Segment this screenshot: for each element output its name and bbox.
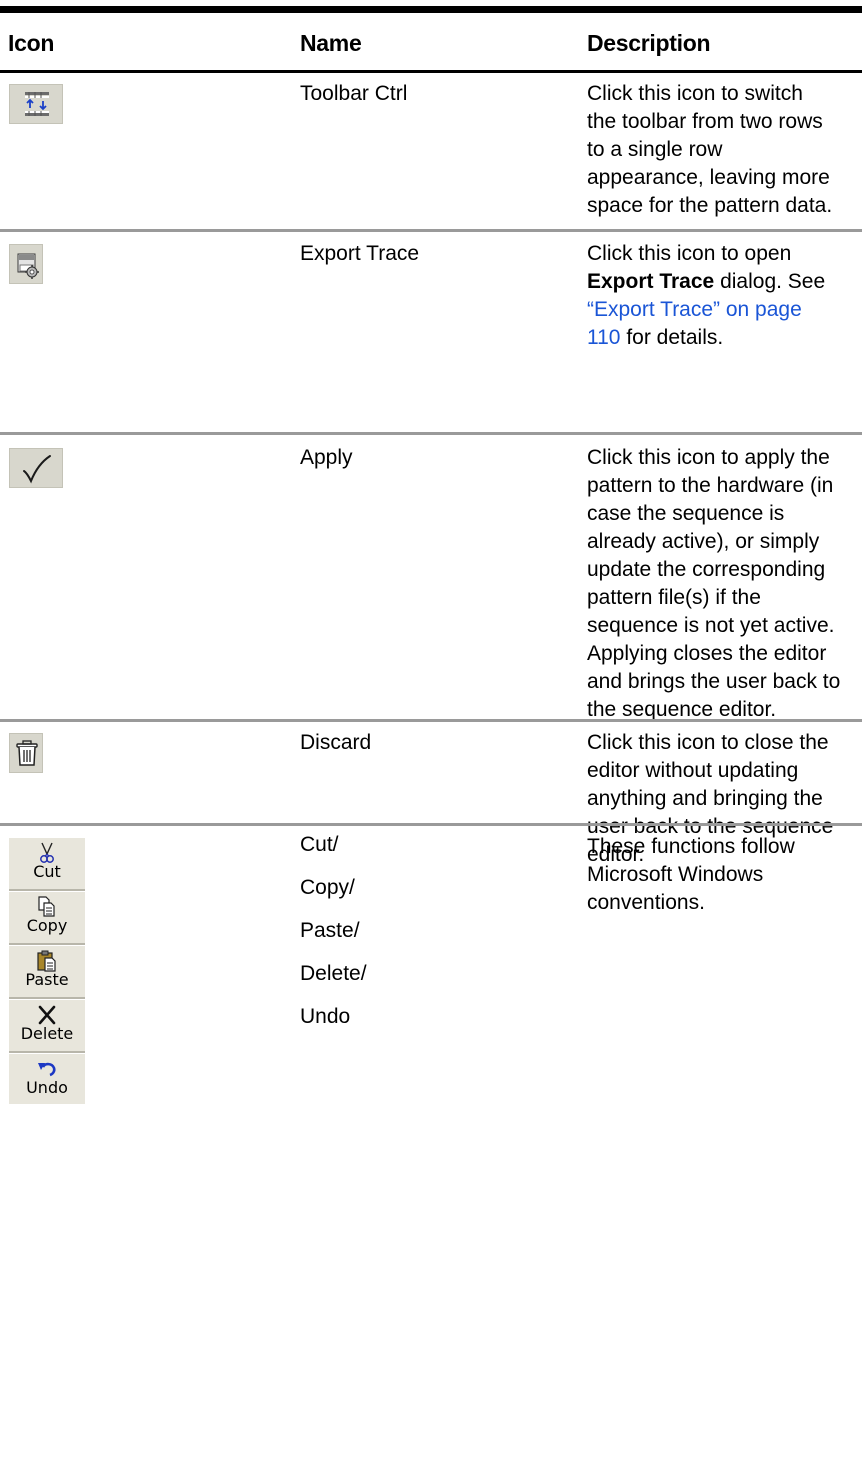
row-separator: [0, 719, 862, 722]
name-delete: Delete/: [300, 962, 367, 985]
export-trace-page-link[interactable]: “Export Trace” on page: [587, 296, 862, 324]
desc-text: dialog. See: [714, 270, 826, 293]
desc-text: for details.: [620, 326, 724, 349]
desc-line: Click this icon to switch: [587, 82, 803, 105]
desc-line: 110 for details.: [587, 324, 862, 352]
export-trace-page-number-link[interactable]: 110: [587, 326, 620, 349]
row-separator: [0, 432, 862, 435]
export-trace-dialog-name: Export Trace: [587, 270, 715, 293]
desc-line: Applying closes the editor: [587, 642, 827, 665]
header-rule: [0, 70, 862, 73]
copy-button-label: Copy: [26, 916, 68, 935]
desc-line: to a single row: [587, 138, 723, 161]
row-separator: [0, 229, 862, 232]
desc-line: case the sequence is: [587, 502, 785, 525]
delete-button-label: Delete: [20, 1024, 74, 1043]
row-toolbar-ctrl-name: Toolbar Ctrl: [300, 82, 408, 105]
desc-line: conventions.: [587, 891, 705, 914]
desc-line: update the corresponding: [587, 558, 826, 581]
header-icon: Icon: [8, 30, 55, 56]
desc-line: Export Trace dialog. See: [587, 268, 862, 296]
row-apply-description: Click this icon to apply the pattern to …: [587, 444, 862, 724]
desc-line: pattern to the hardware (in: [587, 474, 834, 497]
desc-line: These functions follow: [587, 835, 795, 858]
name-cut: Cut/: [300, 833, 339, 856]
desc-line: editor without updating: [587, 759, 799, 782]
desc-line: pattern file(s) if the: [587, 586, 761, 609]
desc-line: appearance, leaving more: [587, 166, 830, 189]
desc-line: and brings the user back to: [587, 670, 841, 693]
apply-check-icon: [9, 448, 63, 488]
row-discard-name: Discard: [300, 731, 372, 754]
top-rule: [0, 6, 862, 13]
desc-line: already active), or simply: [587, 530, 820, 553]
undo-button-label: Undo: [26, 1078, 68, 1097]
export-trace-icon: [9, 244, 43, 284]
row-export-trace-name: Export Trace: [300, 242, 420, 265]
paste-button-label: Paste: [25, 970, 69, 989]
cut-button-label: Cut: [33, 862, 61, 881]
row-edit-functions-description: These functions follow Microsoft Windows…: [587, 833, 862, 917]
desc-line: the toolbar from two rows: [587, 110, 823, 133]
desc-line: space for the pattern data.: [587, 194, 833, 217]
name-copy: Copy/: [300, 876, 355, 899]
row-separator: [0, 823, 862, 826]
trash-icon: [9, 733, 43, 773]
name-undo: Undo: [300, 1005, 351, 1028]
desc-line: Click this icon to apply the: [587, 446, 830, 469]
paste-button[interactable]: Paste: [9, 946, 85, 998]
copy-button[interactable]: Copy: [9, 892, 85, 944]
manual-page: Icon Name Description Toolbar Ctrl Click…: [0, 0, 862, 1472]
header-description: Description: [587, 30, 711, 56]
delete-button[interactable]: Delete: [9, 1000, 85, 1052]
header-name: Name: [300, 30, 362, 56]
desc-line: sequence is not yet active.: [587, 614, 835, 637]
toolbar-ctrl-icon: [9, 84, 63, 124]
desc-line: anything and bringing the: [587, 787, 823, 810]
row-export-trace-description: Click this icon to open Export Trace dia…: [587, 240, 862, 352]
desc-line: Microsoft Windows: [587, 863, 764, 886]
name-paste: Paste/: [300, 919, 360, 942]
edit-toolbar-strip: Cut Copy Paste Delete Undo: [9, 838, 85, 1104]
desc-line: Click this icon to close the: [587, 731, 829, 754]
row-toolbar-ctrl-description: Click this icon to switch the toolbar fr…: [587, 80, 862, 220]
row-apply-name: Apply: [300, 446, 353, 469]
desc-line: Click this icon to open: [587, 242, 792, 265]
cut-button[interactable]: Cut: [9, 838, 85, 890]
undo-button[interactable]: Undo: [9, 1054, 85, 1106]
